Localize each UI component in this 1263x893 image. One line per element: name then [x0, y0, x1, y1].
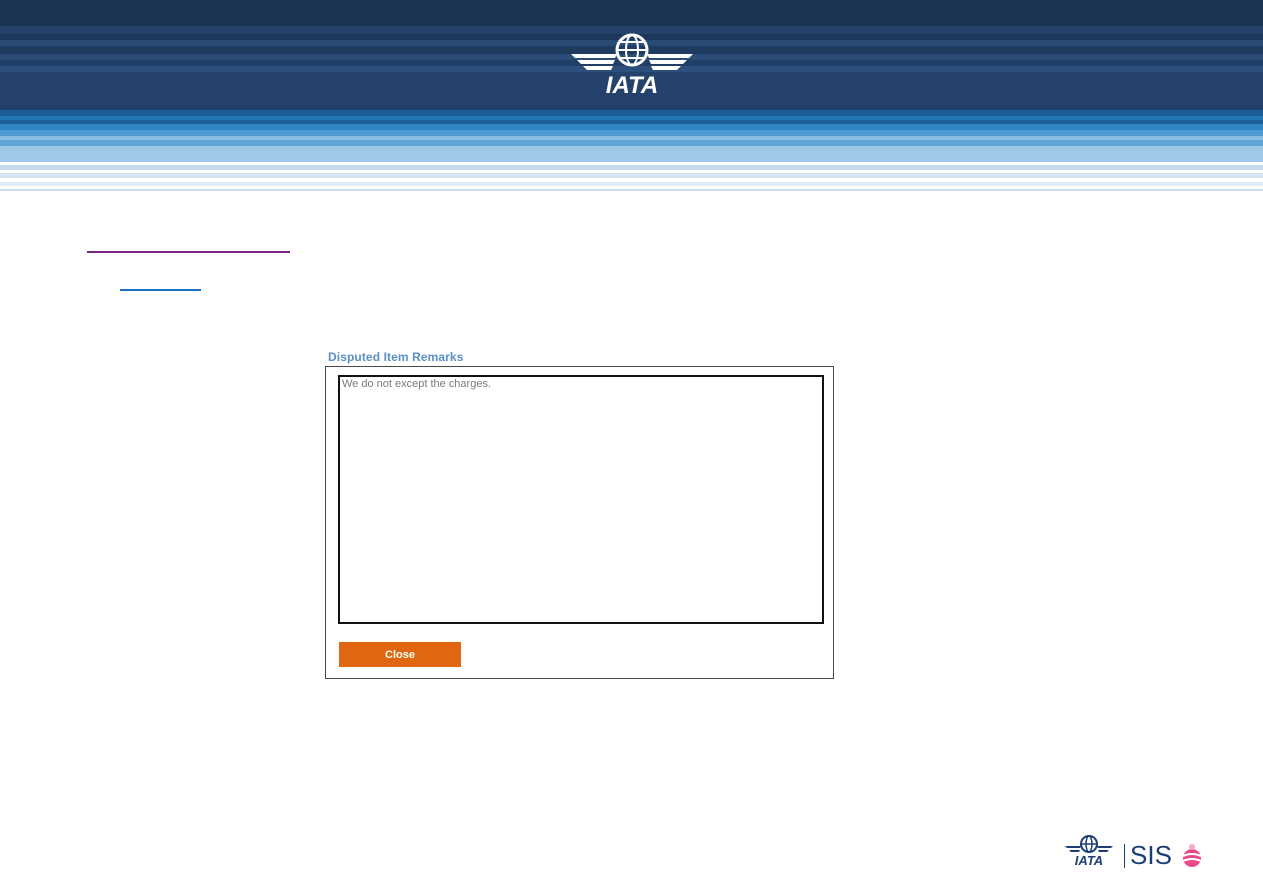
close-button[interactable]: Close: [339, 642, 461, 667]
header-banner: IATA: [0, 0, 1263, 192]
remarks-textarea[interactable]: We do not except the charges.: [338, 375, 824, 624]
disputed-remarks-dialog: We do not except the charges. Close: [325, 366, 834, 679]
nav-link-primary[interactable]: [87, 251, 290, 253]
iata-logo: IATA: [571, 33, 693, 96]
dialog-title: Disputed Item Remarks: [328, 350, 464, 364]
iata-logo-text: IATA: [606, 72, 658, 96]
footer-divider: [1124, 844, 1125, 868]
footer-iata-text: IATA: [1075, 853, 1103, 868]
nav-link-secondary[interactable]: [120, 289, 201, 291]
footer-sis-label: SIS: [1130, 840, 1172, 870]
page: IATA Disputed Item Remarks We do not exc…: [0, 0, 1263, 893]
